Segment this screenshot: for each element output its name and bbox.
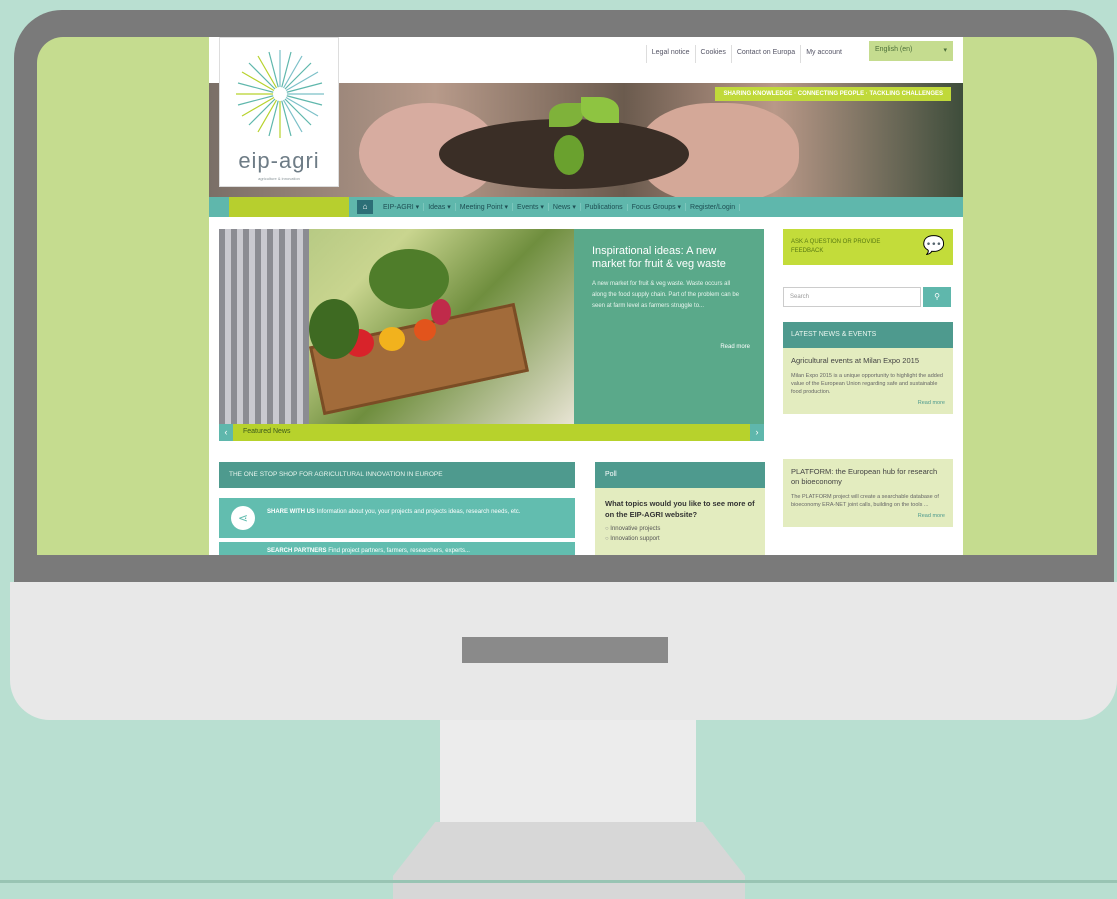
news-title[interactable]: PLATFORM: the European hub for research … xyxy=(791,467,945,487)
search-bar: Search ⚲ xyxy=(783,287,953,307)
chat-bubble-icon: 💬 xyxy=(922,235,945,255)
logo-text: eip-agri xyxy=(238,148,320,173)
one-stop-heading: THE ONE STOP SHOP FOR AGRICULTURAL INNOV… xyxy=(219,462,575,488)
home-icon[interactable]: ⌂ xyxy=(357,200,373,214)
nav-item-eip-agri[interactable]: EIP-AGRI ▾ xyxy=(379,203,425,211)
cookies-link[interactable]: Cookies xyxy=(694,45,731,63)
slide-bar: ‹ Featured News › xyxy=(219,424,764,441)
nav-item-publications[interactable]: Publications xyxy=(581,203,628,211)
news-read-more-link[interactable]: Read more xyxy=(791,513,945,519)
my-account-link[interactable]: My account xyxy=(800,45,847,63)
chevron-down-icon: ▾ xyxy=(943,47,947,54)
logo-subtitle: agriculture & innovation xyxy=(258,176,300,181)
poll-option[interactable]: Innovation support xyxy=(595,534,765,544)
news-item[interactable]: PLATFORM: the European hub for research … xyxy=(783,459,953,527)
poll-box: Poll What topics would you like to see m… xyxy=(595,462,765,555)
slide-body: A new market for fruit & veg waste. Wast… xyxy=(592,281,740,309)
share-label: SHARE WITH US xyxy=(267,509,315,515)
slide-greens xyxy=(369,249,449,309)
poll-question: What topics would you like to see more o… xyxy=(605,499,755,519)
slide-tomato xyxy=(414,319,436,341)
hero-leaf xyxy=(549,103,583,127)
hero-leaf xyxy=(554,135,584,175)
search-partners-box[interactable]: SEARCH PARTNERS Find project partners, f… xyxy=(219,542,575,555)
nav-item-register-login[interactable]: Register/Login xyxy=(686,203,741,211)
chevron-left-icon[interactable]: ‹ xyxy=(219,424,233,441)
monitor-stand-neck xyxy=(440,720,696,830)
news-read-more-link[interactable]: Read more xyxy=(791,400,945,406)
ask-question-box[interactable]: ASK A QUESTION OR PROVIDE FEEDBACK 💬 xyxy=(783,229,953,265)
slide-caption: Inspirational ideas: A new market for fr… xyxy=(574,229,764,424)
share-description: Information about you, your projects and… xyxy=(316,509,521,515)
tagline-banner: SHARING KNOWLEDGE · CONNECTING PEOPLE · … xyxy=(715,87,951,101)
search-partners-text: SEARCH PARTNERS Find project partners, f… xyxy=(267,548,470,554)
featured-slider: Inspirational ideas: A new market for fr… xyxy=(219,229,764,441)
search-input[interactable]: Search xyxy=(783,287,921,307)
share-icon: ⋖ xyxy=(231,506,255,530)
share-with-us-box[interactable]: ⋖ SHARE WITH US Information about you, y… xyxy=(219,498,575,538)
logo-sunburst-icon xyxy=(236,50,324,138)
chevron-right-icon[interactable]: › xyxy=(750,424,764,441)
poll-heading: Poll xyxy=(595,462,765,488)
monitor-chin xyxy=(10,582,1117,720)
slide-person-shirt xyxy=(219,229,309,424)
news-body: The PLATFORM project will create a searc… xyxy=(791,494,939,508)
top-links: Legal notice Cookies Contact on Europa M… xyxy=(645,45,847,63)
legal-notice-link[interactable]: Legal notice xyxy=(645,45,695,63)
search-partners-label: SEARCH PARTNERS xyxy=(267,548,327,554)
monitor-stand-base xyxy=(393,822,745,899)
share-text: SHARE WITH US Information about you, you… xyxy=(267,507,557,517)
contact-link[interactable]: Contact on Europa xyxy=(730,45,800,63)
nav-accent xyxy=(229,197,349,217)
slide-bar-label: Featured News xyxy=(243,428,291,435)
desk-line xyxy=(0,880,1117,883)
slide-image[interactable] xyxy=(219,229,574,424)
logo[interactable]: eip-agri agriculture & innovation xyxy=(219,37,339,187)
slide-title[interactable]: Inspirational ideas: A new market for fr… xyxy=(592,245,746,271)
right-column: ASK A QUESTION OR PROVIDE FEEDBACK 💬 Sea… xyxy=(783,229,953,555)
slide-pepper xyxy=(379,327,405,351)
poll-option[interactable]: Innovative projects xyxy=(595,524,765,534)
latest-news-heading: LATEST NEWS & EVENTS xyxy=(783,322,953,348)
nav-item-meeting-point[interactable]: Meeting Point ▾ xyxy=(456,203,514,211)
nav-item-ideas[interactable]: Ideas ▾ xyxy=(424,203,456,211)
nav-item-news[interactable]: News ▾ xyxy=(549,203,581,211)
monitor-screen: SHARING KNOWLEDGE · CONNECTING PEOPLE · … xyxy=(37,37,1097,555)
website: SHARING KNOWLEDGE · CONNECTING PEOPLE · … xyxy=(209,37,963,555)
nav-item-focus-groups[interactable]: Focus Groups ▾ xyxy=(628,203,687,211)
monitor-logo-bar xyxy=(462,637,668,663)
slide-herbs xyxy=(309,299,359,359)
slide-radish xyxy=(431,299,451,325)
ask-question-text: ASK A QUESTION OR PROVIDE FEEDBACK xyxy=(791,239,881,254)
language-value: English (en) xyxy=(875,46,913,53)
search-partners-description: Find project partners, farmers, research… xyxy=(328,548,470,554)
search-icon[interactable]: ⚲ xyxy=(923,287,951,307)
news-item[interactable]: Agricultural events at Milan Expo 2015 M… xyxy=(783,348,953,414)
news-title[interactable]: Agricultural events at Milan Expo 2015 xyxy=(791,356,945,366)
hero-leaf xyxy=(581,97,619,123)
language-select[interactable]: English (en) ▾ xyxy=(869,41,953,61)
nav-item-events[interactable]: Events ▾ xyxy=(513,203,549,211)
slide-read-more-link[interactable]: Read more xyxy=(720,344,750,350)
main-nav: ⌂ EIP-AGRI ▾ Ideas ▾ Meeting Point ▾ Eve… xyxy=(209,197,963,217)
news-body: Milan Expo 2015 is a unique opportunity … xyxy=(791,373,943,395)
